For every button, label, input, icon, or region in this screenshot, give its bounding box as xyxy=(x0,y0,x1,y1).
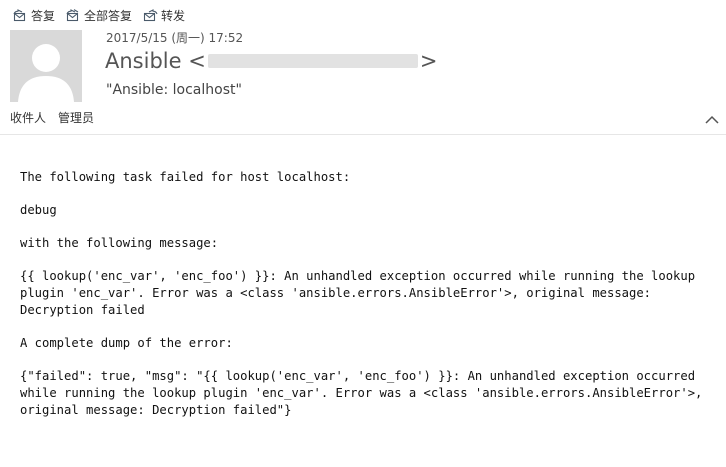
redacted-email-address xyxy=(207,54,418,68)
reply-all-label: 全部答复 xyxy=(84,8,133,23)
reply-all-icon xyxy=(66,8,79,21)
recipient-to[interactable]: 收件人 xyxy=(10,109,46,126)
email-date: 2017/5/15 (周一) 17:52 xyxy=(106,31,244,45)
body-line-task-failed: The following task failed for host local… xyxy=(20,170,351,184)
reply-button[interactable]: 答复 xyxy=(13,7,55,24)
header-divider xyxy=(0,134,726,135)
sender-name: Ansible < xyxy=(105,49,206,73)
reply-label: 答复 xyxy=(31,8,56,23)
body-line-error-dump: {"failed": true, "msg": "{{ lookup('enc_… xyxy=(20,369,710,417)
recipient-admin[interactable]: 管理员 xyxy=(58,109,94,126)
sender[interactable]: Ansible < > xyxy=(105,49,437,73)
email-body: The following task failed for host local… xyxy=(20,169,716,435)
forward-label: 转发 xyxy=(161,8,186,23)
forward-button[interactable]: 转发 xyxy=(143,7,185,24)
body-line-dump-heading: A complete dump of the error: xyxy=(20,336,233,350)
collapse-header-button[interactable] xyxy=(704,114,720,126)
forward-icon xyxy=(143,8,158,21)
sender-avatar xyxy=(10,30,82,102)
toolbar: 答复 全部答复 转发 xyxy=(13,6,196,24)
default-avatar-icon xyxy=(10,30,82,102)
sender-close-bracket: > xyxy=(419,49,438,73)
body-line-error-message: {{ lookup('enc_var', 'enc_foo') }}: An u… xyxy=(20,269,703,317)
recipients-row: 收件人 管理员 xyxy=(10,109,106,126)
reply-icon xyxy=(13,8,26,21)
body-line-debug: debug xyxy=(20,203,57,217)
reply-all-button[interactable]: 全部答复 xyxy=(66,7,132,24)
chevron-up-icon xyxy=(705,115,719,124)
email-subject: "Ansible: localhost" xyxy=(106,82,242,98)
body-line-following-message: with the following message: xyxy=(20,236,219,250)
